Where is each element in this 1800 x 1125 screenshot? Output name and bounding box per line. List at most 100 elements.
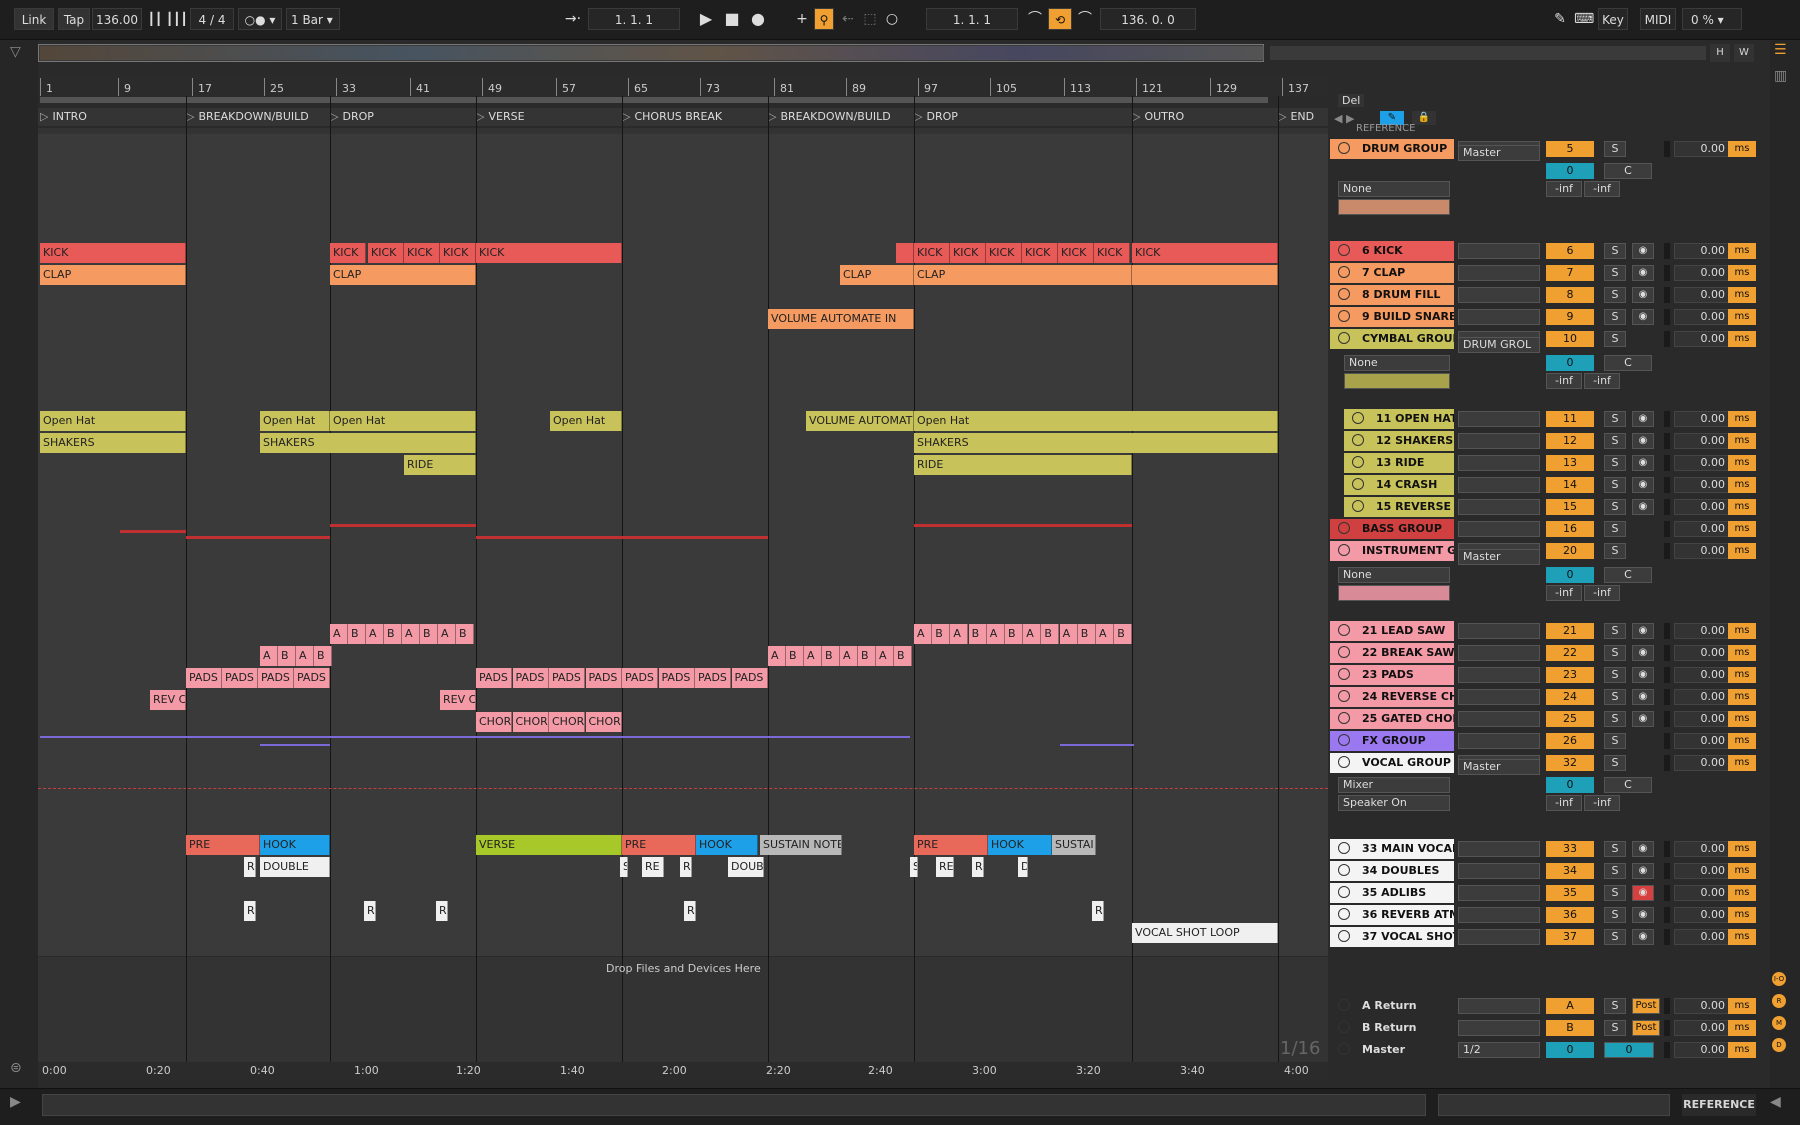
song-position-field[interactable]: 1. 1. 1 [588, 8, 680, 30]
punch-in-icon[interactable]: ⌒ [1024, 8, 1046, 30]
track-header[interactable]: 21 LEAD SAW [1330, 621, 1454, 641]
overdub-icon[interactable]: + [792, 8, 812, 30]
track-delay[interactable]: 0.00 [1674, 141, 1730, 157]
delay-unit-ms[interactable]: ms [1728, 689, 1756, 705]
clip[interactable]: SHAKERS [40, 433, 186, 453]
clip[interactable]: R [972, 857, 984, 877]
clip[interactable]: DOUBLE [260, 857, 330, 877]
delay-unit-ms[interactable]: ms [1728, 885, 1756, 901]
automation-arm-icon[interactable]: ⚲ [814, 8, 834, 30]
solo-button[interactable]: S [1604, 243, 1626, 259]
delay-unit-ms[interactable]: ms [1728, 929, 1756, 945]
post-button[interactable]: Post [1632, 998, 1660, 1014]
track-delay[interactable]: 0.00 [1674, 998, 1730, 1014]
track-lane[interactable] [38, 758, 1328, 847]
clip[interactable]: VERSE [476, 835, 622, 855]
track-header[interactable]: 24 REVERSE CH [1330, 687, 1454, 707]
track-header[interactable]: 11 OPEN HAT [1344, 409, 1454, 429]
return-track-header[interactable]: A Return [1330, 996, 1454, 1016]
delay-unit-ms[interactable]: ms [1728, 623, 1756, 639]
delay-unit-ms[interactable]: ms [1728, 998, 1756, 1014]
locator-8[interactable]: END [1278, 110, 1314, 123]
delay-unit-ms[interactable]: ms [1728, 309, 1756, 325]
track-output[interactable] [1458, 623, 1540, 639]
track-output[interactable] [1458, 689, 1540, 705]
clip[interactable]: PADS [731, 668, 768, 688]
show-detail-view-icon[interactable]: ◀ [1770, 1094, 1781, 1110]
track-output[interactable] [1458, 411, 1540, 427]
arm-icon[interactable]: ◉ [1632, 841, 1654, 857]
clip[interactable]: RE [936, 857, 954, 877]
track-delay[interactable]: 0.00 [1674, 755, 1730, 771]
clip[interactable]: CLAP [914, 265, 1132, 285]
arm-icon[interactable]: ◉ [1632, 885, 1654, 901]
pan-value[interactable]: 0 [1546, 163, 1594, 179]
clip[interactable]: KICK [330, 243, 366, 263]
output-master-select[interactable]: Master [1458, 145, 1540, 161]
session-record-icon[interactable]: ○ [882, 8, 902, 30]
track-activator-icon[interactable] [1338, 646, 1350, 658]
track-number[interactable]: 26 [1546, 733, 1594, 749]
track-delay[interactable]: 0.00 [1674, 1020, 1730, 1036]
solo-button[interactable]: S [1604, 907, 1626, 923]
mixer-select[interactable]: Mixer [1338, 777, 1450, 793]
status-icon-3[interactable]: D [1772, 1038, 1786, 1052]
clip[interactable]: CHOR [476, 712, 512, 732]
solo-button[interactable]: S [1604, 733, 1626, 749]
solo-button[interactable]: S [1604, 141, 1626, 157]
delay-unit-ms[interactable]: ms [1728, 907, 1756, 923]
track-number[interactable]: 23 [1546, 667, 1594, 683]
locator-5[interactable]: BREAKDOWN/BUILD [768, 110, 890, 123]
delay-unit-ms[interactable]: ms [1728, 667, 1756, 683]
track-activator-icon[interactable] [1338, 930, 1350, 942]
arm-icon[interactable]: ◉ [1632, 645, 1654, 661]
arm-icon[interactable]: ◉ [1632, 243, 1654, 259]
output-master-select[interactable]: Master [1458, 759, 1540, 775]
clip[interactable]: KICK [986, 243, 1022, 263]
group-fold-icon[interactable] [1338, 332, 1350, 344]
track-delay[interactable]: 0.00 [1674, 331, 1730, 347]
solo-button[interactable]: S [1604, 543, 1626, 559]
track-header[interactable]: INSTRUMENT GR [1330, 541, 1454, 561]
clip[interactable]: PADS [622, 668, 658, 688]
track-activator-icon[interactable] [1338, 842, 1350, 854]
track-output[interactable] [1458, 521, 1540, 537]
arm-icon[interactable]: ◉ [1632, 433, 1654, 449]
track-number[interactable]: 7 [1546, 265, 1594, 281]
clip[interactable]: PADS [294, 668, 330, 688]
track-output[interactable] [1458, 907, 1540, 923]
locator-4[interactable]: CHORUS BREAK [622, 110, 722, 123]
capture-icon[interactable]: ⬚ [860, 8, 880, 30]
track-delay[interactable]: 0.00 [1674, 521, 1730, 537]
track-header[interactable]: 12 SHAKERS [1344, 431, 1454, 451]
clip[interactable]: A [1096, 624, 1114, 644]
track-activator-icon[interactable] [1338, 690, 1350, 702]
clip[interactable]: S [910, 857, 918, 877]
tap-tempo-button[interactable]: Tap [58, 8, 90, 30]
arm-icon[interactable]: ◉ [1632, 309, 1654, 325]
show-clip-view-icon[interactable]: ▶ [10, 1094, 21, 1110]
track-output[interactable] [1458, 885, 1540, 901]
clip-view-icon[interactable]: ▥ [1774, 68, 1787, 84]
arm-icon[interactable]: ◉ [1632, 863, 1654, 879]
lock-icon[interactable]: 🔒 [1412, 111, 1436, 125]
speaker-select[interactable]: Speaker On [1338, 795, 1450, 811]
clip[interactable]: PADS [258, 668, 294, 688]
track-delay[interactable]: 0.00 [1674, 309, 1730, 325]
arm-icon[interactable]: ◉ [1632, 907, 1654, 923]
solo-button[interactable]: S [1604, 998, 1626, 1014]
pan-value[interactable]: 0 [1546, 355, 1594, 371]
track-header[interactable]: 15 REVERSE C [1344, 497, 1454, 517]
delay-unit-ms[interactable]: ms [1728, 433, 1756, 449]
track-number[interactable]: 37 [1546, 929, 1594, 945]
arm-icon[interactable]: ◉ [1632, 929, 1654, 945]
track-activator-icon[interactable] [1338, 712, 1350, 724]
draw-mode-icon[interactable]: ✎ [1550, 8, 1570, 30]
track-header[interactable]: 36 REVERB ATM [1330, 905, 1454, 925]
track-number[interactable]: 8 [1546, 287, 1594, 303]
pan-center-button[interactable]: C [1604, 163, 1652, 179]
clip[interactable]: A [366, 624, 384, 644]
beat-time-ruler[interactable] [38, 76, 1328, 96]
clip[interactable]: REV C [440, 690, 476, 710]
delay-unit-ms[interactable]: ms [1728, 411, 1756, 427]
